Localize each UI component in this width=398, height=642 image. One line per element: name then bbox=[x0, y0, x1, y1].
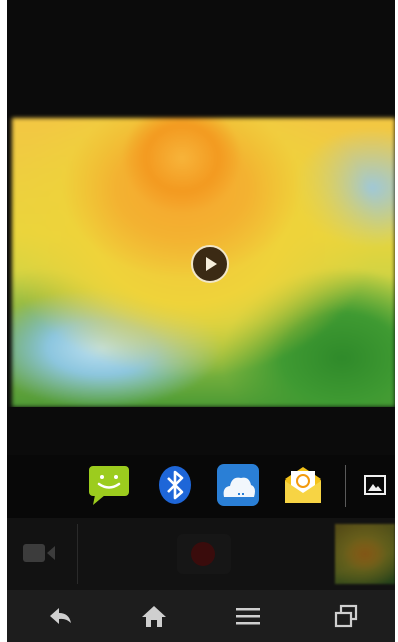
preview-gap bbox=[7, 407, 395, 455]
play-button[interactable] bbox=[191, 245, 229, 283]
bluetooth-icon[interactable] bbox=[153, 463, 197, 507]
controls-divider bbox=[77, 524, 78, 584]
recent-apps-icon[interactable] bbox=[333, 604, 359, 628]
home-icon[interactable] bbox=[141, 604, 167, 628]
cloud-storage-icon[interactable] bbox=[216, 463, 260, 507]
menu-icon[interactable] bbox=[235, 604, 261, 628]
share-divider bbox=[345, 465, 346, 507]
back-icon[interactable] bbox=[47, 604, 73, 628]
navigation-bar bbox=[7, 590, 395, 642]
email-icon[interactable] bbox=[281, 463, 325, 507]
play-icon bbox=[206, 257, 217, 271]
video-camera-icon[interactable] bbox=[21, 542, 57, 564]
gallery-icon[interactable] bbox=[363, 473, 387, 497]
camera-app-screen bbox=[7, 0, 395, 642]
top-empty-area bbox=[7, 0, 395, 118]
camera-controls bbox=[7, 518, 395, 590]
record-icon[interactable] bbox=[191, 542, 215, 566]
share-bar bbox=[7, 455, 395, 518]
messaging-icon[interactable] bbox=[87, 463, 131, 507]
last-capture-thumbnail[interactable] bbox=[335, 524, 395, 584]
